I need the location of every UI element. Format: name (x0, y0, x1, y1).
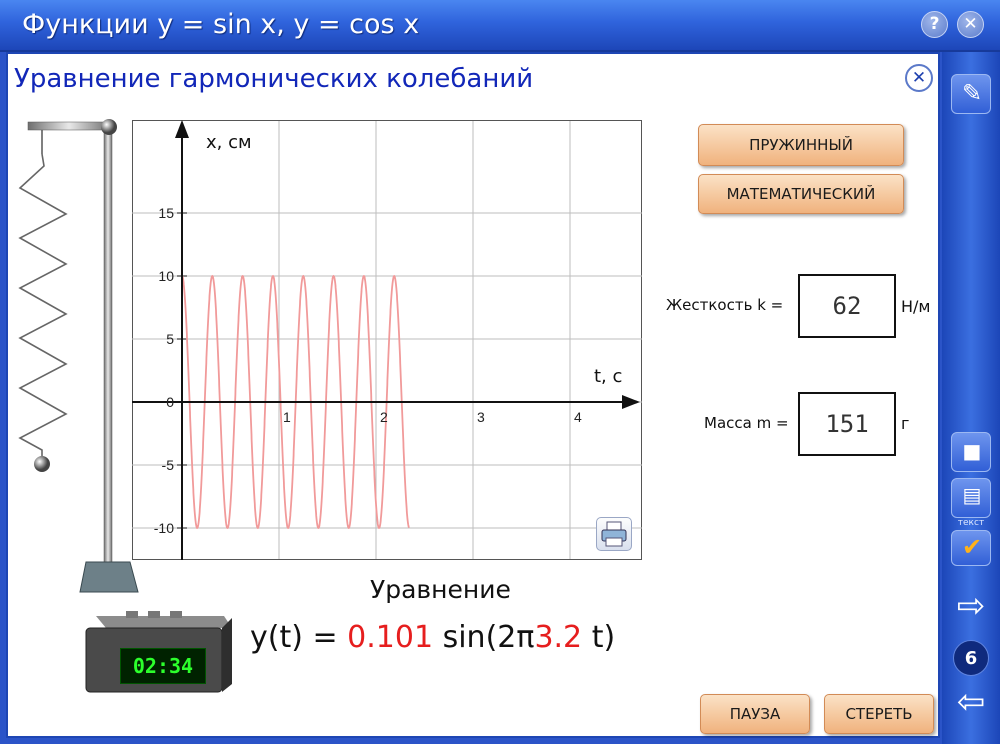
stand-knob (101, 119, 117, 135)
right-sidebar: ✎ ■ ▤ текст ✔ ⇨ 6 ⇦ (942, 52, 1000, 744)
mass-unit: г (901, 414, 910, 433)
stand-pole (103, 125, 113, 567)
stand-arm (27, 121, 111, 131)
x-axis-label: t, с (594, 366, 622, 387)
y-tick-label: -10 (154, 520, 174, 536)
document-icon: ▤ (962, 483, 982, 507)
equation-frequency: 3.2 (534, 620, 583, 655)
y-tick-label: -5 (162, 457, 175, 473)
equation-amplitude: 0.101 (347, 620, 434, 655)
spring-weight (34, 456, 50, 472)
math-mode-button[interactable]: МАТЕМАТИЧЕСКИЙ (698, 174, 904, 214)
equation-tail: t) (591, 620, 616, 655)
clear-button[interactable]: СТЕРЕТЬ (824, 694, 934, 734)
window-close-button[interactable]: ✕ (957, 11, 984, 38)
y-axis-label: x, см (206, 132, 252, 153)
window-titlebar: Функции y = sin x, y = cos x ? ✕ (0, 0, 1000, 52)
prev-arrow-icon[interactable]: ⇦ (951, 682, 991, 722)
oscillation-graph: x, см t, с 1234151050-5-10-15 (132, 120, 642, 560)
checkmark-icon: ✔ (961, 533, 983, 561)
x-axis-arrow (622, 395, 640, 409)
page-number: 6 (953, 640, 989, 676)
pencil-icon: ✎ (961, 79, 983, 107)
equation-formula: y(t) = 0.101 sin(2π3.2 t) (250, 620, 615, 655)
pencil-tool-button[interactable]: ✎ (951, 74, 991, 114)
x-tick-label: 2 (380, 409, 388, 425)
equation-lhs: y(t) = (250, 620, 338, 655)
y-axis-arrow (175, 120, 189, 138)
printer-icon (601, 521, 627, 547)
y-tick-label: 15 (158, 205, 174, 221)
stand-base (79, 561, 139, 593)
mass-input[interactable]: 151 (798, 392, 896, 456)
mass-label: Масса m = (704, 414, 789, 432)
spring (18, 153, 68, 456)
video-button[interactable]: ■ (951, 432, 991, 472)
equation-title: Уравнение (370, 575, 511, 604)
panel-close-button[interactable]: ✕ (905, 64, 933, 92)
print-button[interactable] (596, 517, 632, 551)
x-tick-label: 4 (574, 409, 582, 425)
check-button[interactable]: ✔ (951, 530, 991, 566)
stiffness-unit: Н/м (901, 297, 931, 316)
spring-mode-button[interactable]: ПРУЖИННЫЙ (698, 124, 904, 166)
y-tick-label: 5 (166, 331, 174, 347)
text-label: текст (957, 518, 985, 528)
x-tick-label: 3 (477, 409, 485, 425)
graph-grid (132, 120, 642, 560)
x-tick-label: 1 (283, 409, 291, 425)
y-tick-label: 0 (166, 394, 174, 410)
content-panel: Уравнение гармонических колебаний ✕ x, с… (6, 52, 940, 738)
next-arrow-icon[interactable]: ⇨ (951, 586, 991, 626)
y-tick-label: 10 (158, 268, 174, 284)
stiffness-label: Жесткость k = (666, 296, 784, 314)
equation-sin: sin(2π (442, 620, 535, 655)
stiffness-input[interactable]: 62 (798, 274, 896, 338)
app-title: Функции y = sin x, y = cos x (22, 9, 420, 40)
camera-icon: ■ (962, 439, 982, 463)
timer-display: 02:34 (120, 648, 206, 684)
text-button[interactable]: ▤ (951, 478, 991, 518)
pause-button[interactable]: ПАУЗА (700, 694, 810, 734)
help-button[interactable]: ? (921, 11, 948, 38)
graph-border (132, 120, 642, 560)
